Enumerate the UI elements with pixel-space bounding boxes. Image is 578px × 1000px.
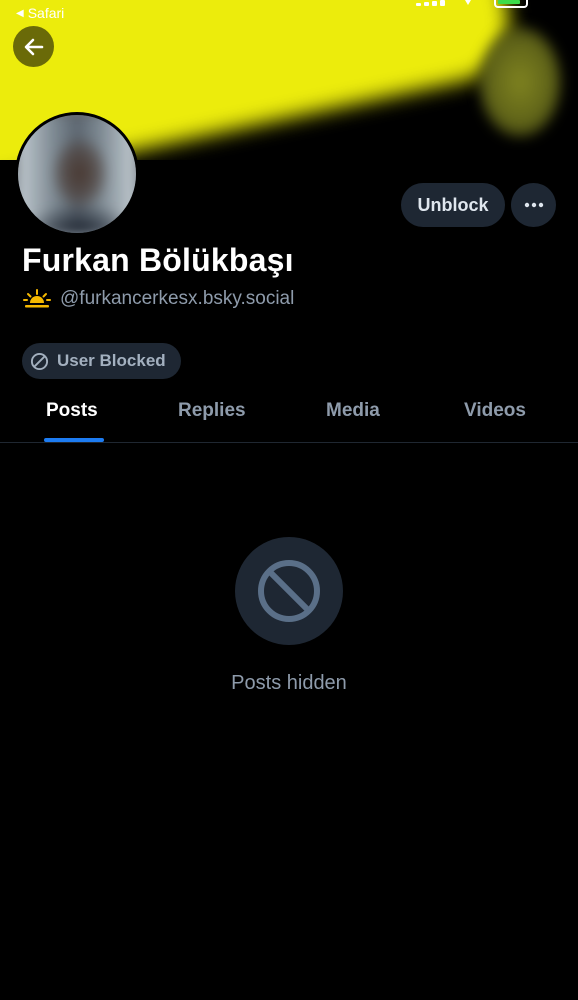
block-icon	[258, 560, 320, 622]
profile-screen: ◀ Safari Unblock Furkan Bölükbaşı @furka…	[0, 0, 578, 1000]
avatar[interactable]	[15, 112, 139, 236]
tab-posts[interactable]: Posts	[46, 392, 98, 442]
back-button[interactable]	[13, 26, 54, 67]
wifi-icon	[465, 0, 471, 5]
battery-icon	[494, 0, 528, 8]
arrow-left-icon	[24, 38, 43, 55]
handle-row: @furkancerkesx.bsky.social	[22, 287, 294, 311]
tab-media[interactable]: Media	[326, 392, 380, 442]
posts-hidden-icon-circle	[235, 537, 343, 645]
unblock-button[interactable]: Unblock	[401, 183, 505, 227]
more-options-button[interactable]	[511, 183, 556, 227]
sunrise-icon	[23, 289, 51, 308]
status-bar: ◀ Safari	[0, 0, 578, 26]
banner-blurred-shape	[478, 26, 562, 138]
user-blocked-label: User Blocked	[57, 351, 166, 370]
tab-videos[interactable]: Videos	[464, 392, 526, 442]
block-icon	[30, 352, 49, 370]
user-blocked-badge: User Blocked	[22, 343, 181, 379]
active-tab-indicator	[44, 438, 104, 442]
display-name: Furkan Bölükbaşı	[22, 242, 294, 278]
tab-replies[interactable]: Replies	[178, 392, 246, 442]
ellipsis-icon	[524, 202, 543, 208]
posts-hidden-message: Posts hidden	[231, 672, 347, 694]
back-triangle-icon: ◀	[16, 7, 24, 19]
signal-icon	[416, 0, 445, 6]
avatar-photo	[18, 115, 136, 233]
profile-tabs: Posts Replies Media Videos	[0, 392, 578, 443]
battery-level	[498, 0, 520, 4]
back-app-label: Safari	[27, 5, 65, 21]
handle: @furkancerkesx.bsky.social	[60, 288, 295, 309]
back-to-app-link[interactable]: ◀ Safari	[16, 5, 64, 21]
